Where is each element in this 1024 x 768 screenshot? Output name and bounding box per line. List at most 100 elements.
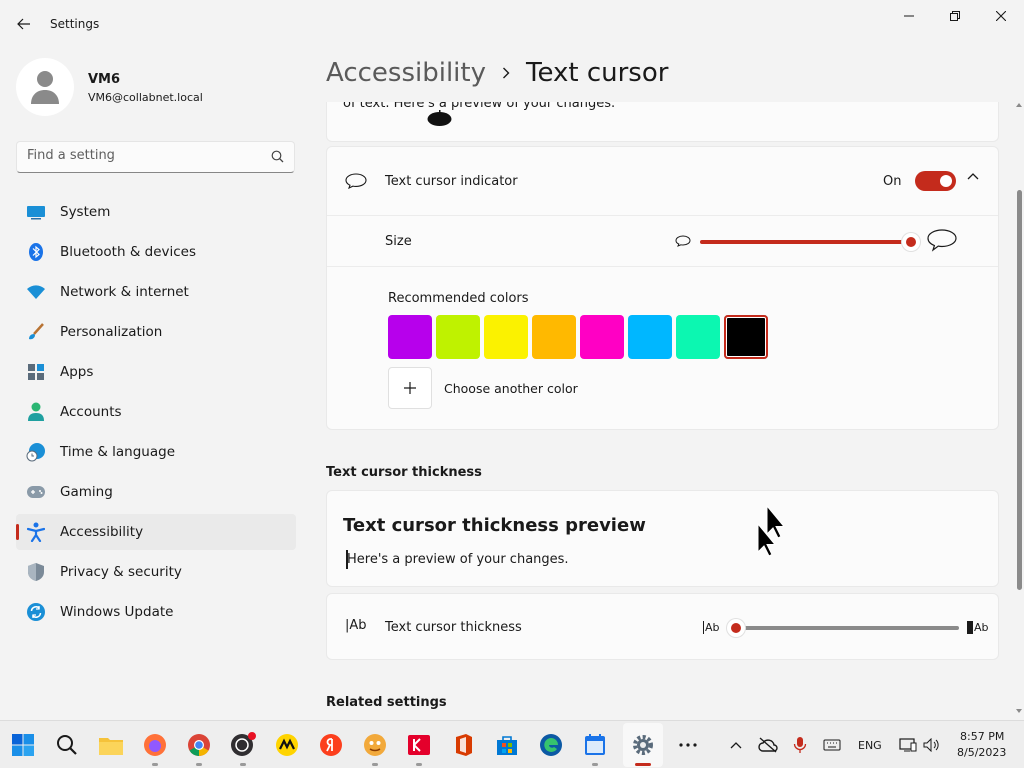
color-swatch-7[interactable]	[724, 315, 768, 359]
thick-cursor-icon: Ab	[967, 621, 989, 634]
tray-overflow-button[interactable]	[722, 731, 750, 759]
close-button[interactable]	[978, 0, 1024, 32]
sidebar-item-gaming[interactable]: Gaming	[16, 474, 296, 510]
sidebar-item-network[interactable]: Network & internet	[16, 274, 296, 310]
scroll-down-icon[interactable]	[1015, 708, 1023, 714]
cursor-indicator-preview-icon	[427, 110, 452, 126]
thickness-preview-text: Here's a preview of your changes.	[347, 552, 569, 567]
add-color-button[interactable]	[388, 367, 432, 409]
taskbar-settings[interactable]	[629, 731, 657, 759]
user-icon	[31, 71, 59, 104]
restore-button[interactable]	[932, 0, 978, 32]
breadcrumb-parent[interactable]: Accessibility	[326, 58, 486, 88]
running-indicator	[240, 763, 246, 766]
text-cursor-indicator-label: Text cursor indicator	[385, 174, 518, 189]
color-swatch-6[interactable]	[676, 315, 720, 359]
speaker-icon	[923, 738, 939, 752]
taskbar-app-face[interactable]	[361, 731, 389, 759]
thin-ab-text: Ab	[703, 621, 720, 634]
taskbar-office[interactable]	[449, 731, 477, 759]
running-indicator	[416, 763, 422, 766]
tray-volume[interactable]	[918, 731, 946, 759]
scroll-thumb[interactable]	[1017, 190, 1022, 590]
tray-keyboard[interactable]	[818, 731, 846, 759]
sidebar-item-accessibility[interactable]: Accessibility	[16, 514, 296, 550]
thickness-preview-card: Text cursor thickness preview Here's a p…	[326, 490, 999, 587]
taskbar-store[interactable]	[493, 731, 521, 759]
taskbar-search-button[interactable]	[53, 731, 81, 759]
scrollbar[interactable]	[1015, 102, 1023, 718]
thickness-slider-thumb[interactable]	[727, 619, 745, 637]
search-icon[interactable]	[271, 150, 284, 167]
taskbar-edge[interactable]	[537, 731, 565, 759]
divider	[327, 266, 998, 267]
taskbar-firefox[interactable]	[141, 731, 169, 759]
toggle-state-label: On	[883, 174, 902, 189]
size-slider-thumb[interactable]	[902, 233, 920, 251]
thickness-setting-card: |Ab Text cursor thickness Ab Ab	[326, 593, 999, 660]
taskbar-more[interactable]	[674, 731, 702, 759]
taskbar-obs[interactable]	[229, 731, 257, 759]
tray-microphone[interactable]	[786, 731, 814, 759]
start-button[interactable]	[9, 731, 37, 759]
sidebar-item-privacy[interactable]: Privacy & security	[16, 554, 296, 590]
sidebar-item-apps[interactable]: Apps	[16, 354, 296, 390]
taskbar-chrome[interactable]	[185, 731, 213, 759]
thick-ab-text: Ab	[967, 621, 989, 634]
tray-language[interactable]: ENG	[858, 739, 882, 752]
user-profile[interactable]: VM6 VM6@collabnet.local	[16, 58, 296, 118]
edge-icon	[540, 734, 562, 756]
tray-onedrive[interactable]	[754, 731, 782, 759]
plus-icon	[404, 382, 416, 394]
tray-date[interactable]: 8/5/2023	[957, 746, 1006, 759]
folder-icon	[99, 738, 123, 755]
color-swatches	[388, 315, 772, 359]
color-swatch-3[interactable]	[532, 315, 576, 359]
color-swatch-5[interactable]	[628, 315, 672, 359]
related-settings-title: Related settings	[326, 695, 447, 710]
calendar-icon	[585, 734, 605, 755]
bluetooth-icon	[26, 242, 46, 262]
yandex-icon	[320, 734, 342, 756]
thickness-slider-track[interactable]	[737, 626, 959, 630]
microphone-icon	[793, 737, 807, 753]
sidebar-item-accounts[interactable]: Accounts	[16, 394, 296, 430]
taskbar-kaspersky[interactable]	[405, 731, 433, 759]
sidebar-item-system[interactable]: System	[16, 194, 296, 230]
sidebar-item-personalization[interactable]: Personalization	[16, 314, 296, 350]
text-cursor-indicator-toggle[interactable]	[915, 171, 956, 191]
scroll-up-icon[interactable]	[1015, 102, 1023, 108]
taskbar-app-yellow[interactable]	[273, 731, 301, 759]
size-slider-track[interactable]	[700, 240, 910, 244]
minimize-button[interactable]	[886, 0, 932, 32]
windows-logo-icon	[12, 734, 34, 756]
sidebar-item-time-language[interactable]: Time & language	[16, 434, 296, 470]
office-icon	[456, 734, 472, 756]
chrome-icon	[188, 734, 210, 756]
app-face-icon	[364, 734, 386, 756]
update-icon	[26, 602, 46, 622]
thickness-section-title: Text cursor thickness	[326, 465, 482, 480]
sidebar-item-bluetooth[interactable]: Bluetooth & devices	[16, 234, 296, 270]
tray-time[interactable]: 8:57 PM	[960, 730, 1004, 743]
app-title: Settings	[50, 17, 100, 31]
color-swatch-1[interactable]	[436, 315, 480, 359]
search-input[interactable]	[27, 148, 267, 163]
choose-another-color-label[interactable]: Choose another color	[444, 381, 578, 396]
taskbar-file-explorer[interactable]	[97, 731, 125, 759]
back-button[interactable]	[12, 12, 36, 36]
chevron-right-icon	[502, 67, 510, 79]
taskbar-calendar[interactable]	[581, 731, 609, 759]
search-box[interactable]	[16, 141, 295, 173]
app-logo-icon	[276, 734, 298, 756]
color-swatch-4[interactable]	[580, 315, 624, 359]
color-swatch-0[interactable]	[388, 315, 432, 359]
obs-icon	[231, 732, 256, 756]
more-icon	[679, 743, 697, 747]
taskbar-yandex[interactable]	[317, 731, 345, 759]
color-swatch-2[interactable]	[484, 315, 528, 359]
chevron-up-icon[interactable]	[967, 172, 979, 180]
thickness-preview-title: Text cursor thickness preview	[343, 515, 646, 536]
indicator-small-icon	[675, 235, 691, 247]
sidebar-item-windows-update[interactable]: Windows Update	[16, 594, 296, 630]
